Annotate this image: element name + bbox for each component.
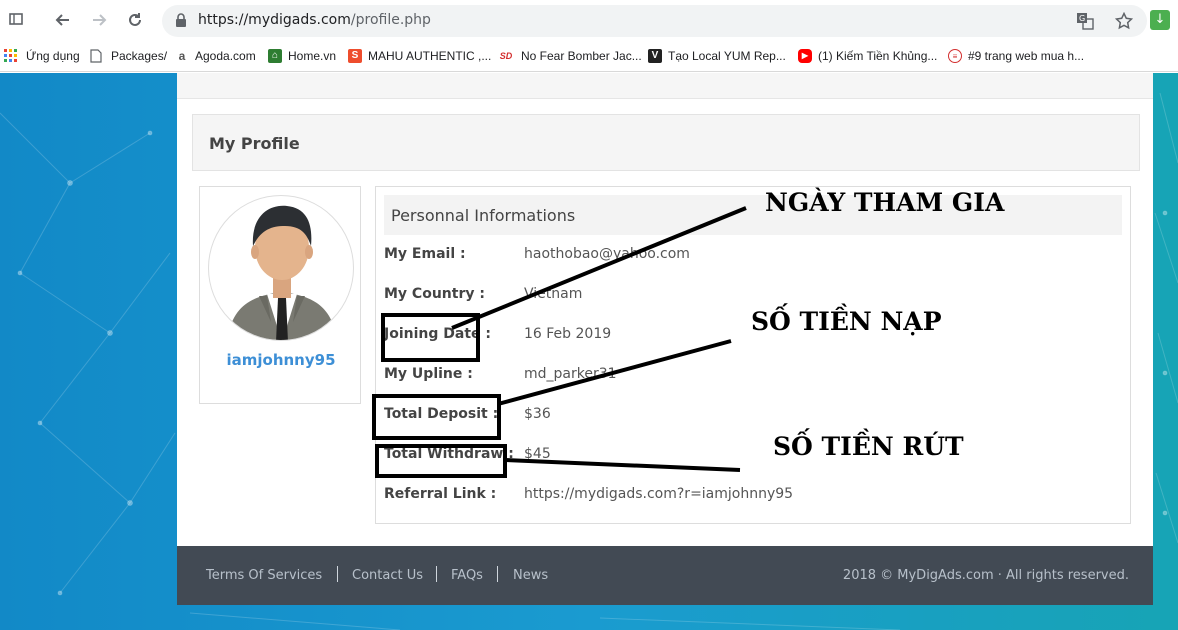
footer-separator — [497, 566, 498, 582]
bookmark-homevn[interactable]: ⌂ Home.vn — [268, 49, 336, 63]
field-label: Joining Date : — [384, 326, 491, 342]
field-label: Total Withdraw : — [384, 446, 514, 462]
profile-username: iamjohnny95 — [226, 351, 336, 369]
field-value: haothobao@yahoo.com — [524, 246, 690, 262]
svg-text:G: G — [1079, 14, 1085, 23]
url-text: https://mydigads.com/profile.php — [198, 12, 431, 28]
url-host: https://mydigads.com — [198, 12, 351, 28]
top-nav-strip — [177, 73, 1153, 99]
field-value[interactable]: https://mydigads.com?r=iamjohnny95 — [524, 486, 793, 502]
field-value: 16 Feb 2019 — [524, 326, 612, 342]
translate-icon[interactable]: G — [1075, 12, 1095, 30]
bookmark-label: No Fear Bomber Jac... — [521, 49, 642, 63]
home-vn-icon: ⌂ — [268, 49, 282, 63]
bookmark-apps[interactable]: Ứng dụng — [4, 49, 80, 63]
personal-info-panel: Personnal Informations My Email : haotho… — [375, 186, 1131, 524]
bookmark-label: Ứng dụng — [26, 49, 80, 63]
info-title: Personnal Informations — [391, 206, 576, 225]
field-label: Referral Link : — [384, 486, 497, 502]
lock-icon — [176, 13, 186, 27]
browser-toolbar: https://mydigads.com/profile.php G ↓ — [0, 0, 1178, 42]
profile-container: My Profile iamjohnny95 Personnal Informa… — [177, 73, 1153, 546]
bookmark-trangweb[interactable]: ≡ #9 trang web mua h... — [948, 49, 1084, 63]
download-extension-icon[interactable]: ↓ — [1150, 10, 1170, 30]
field-value: $45 — [524, 446, 551, 462]
bookmark-label: Packages/ — [111, 49, 168, 63]
bookmark-label: #9 trang web mua h... — [968, 49, 1085, 63]
agoda-icon: a — [175, 49, 189, 63]
url-path: /profile.php — [350, 12, 431, 28]
field-value: Vietnam — [524, 286, 583, 302]
site-footer: Terms Of Services Contact Us FAQs News 2… — [177, 546, 1153, 605]
bookmark-agoda[interactable]: a Agoda.com — [175, 49, 256, 63]
field-label: My Upline : — [384, 366, 473, 382]
tab-window-icon[interactable] — [6, 11, 26, 31]
page-background: My Profile iamjohnny95 Personnal Informa… — [0, 73, 1178, 630]
avatar — [208, 195, 354, 341]
bookmark-youtube[interactable]: ▶ (1) Kiếm Tiền Khủng... — [798, 49, 937, 63]
footer-separator — [436, 566, 437, 582]
footer-link-news[interactable]: News — [513, 568, 548, 583]
avatar-person-icon — [227, 205, 337, 340]
reload-icon[interactable] — [125, 11, 145, 31]
youtube-icon: ▶ — [798, 49, 812, 63]
footer-separator — [337, 566, 338, 582]
address-bar[interactable]: https://mydigads.com/profile.php G — [162, 5, 1147, 37]
v-icon: V — [648, 49, 662, 63]
bookmark-label: Home.vn — [288, 49, 337, 63]
footer-link-terms[interactable]: Terms Of Services — [206, 568, 322, 583]
bookmark-label: MAHU AUTHENTIC ,... — [368, 49, 492, 63]
bookmark-yum[interactable]: V Tạo Local YUM Rep... — [648, 49, 786, 63]
field-label: My Country : — [384, 286, 485, 302]
forward-arrow-icon[interactable] — [89, 11, 109, 31]
sd-icon: SD — [497, 49, 515, 63]
info-header: Personnal Informations — [384, 195, 1122, 235]
footer-link-faqs[interactable]: FAQs — [451, 568, 483, 583]
footer-link-contact[interactable]: Contact Us — [352, 568, 423, 583]
page-icon — [90, 49, 102, 63]
bookmarks-bar: Ứng dụng Packages/ a Agoda.com ⌂ Home.vn… — [0, 42, 1178, 72]
bookmark-packages[interactable]: Packages/ — [90, 49, 167, 63]
profile-header: My Profile — [192, 114, 1140, 171]
bookmark-label: Tạo Local YUM Rep... — [668, 49, 786, 63]
field-label: My Email : — [384, 246, 466, 262]
apps-grid-icon — [4, 49, 17, 62]
bookmark-label: (1) Kiếm Tiền Khủng... — [818, 49, 938, 63]
bookmark-nofear[interactable]: SD No Fear Bomber Jac... — [497, 49, 642, 63]
footer-copyright: 2018 © MyDigAds.com · All rights reserve… — [842, 568, 1129, 583]
section-title: My Profile — [209, 134, 300, 153]
bookmark-label: Agoda.com — [195, 49, 256, 63]
bookmark-star-icon[interactable] — [1114, 11, 1134, 30]
site-icon: ≡ — [948, 49, 962, 63]
field-label: Total Deposit : — [384, 406, 499, 422]
field-value: md_parker31 — [524, 366, 617, 382]
field-value: $36 — [524, 406, 551, 422]
back-arrow-icon[interactable] — [53, 11, 73, 31]
shopee-icon: S — [348, 49, 362, 63]
avatar-card: iamjohnny95 — [199, 186, 361, 404]
bookmark-mahu[interactable]: S MAHU AUTHENTIC ,... — [348, 49, 491, 63]
